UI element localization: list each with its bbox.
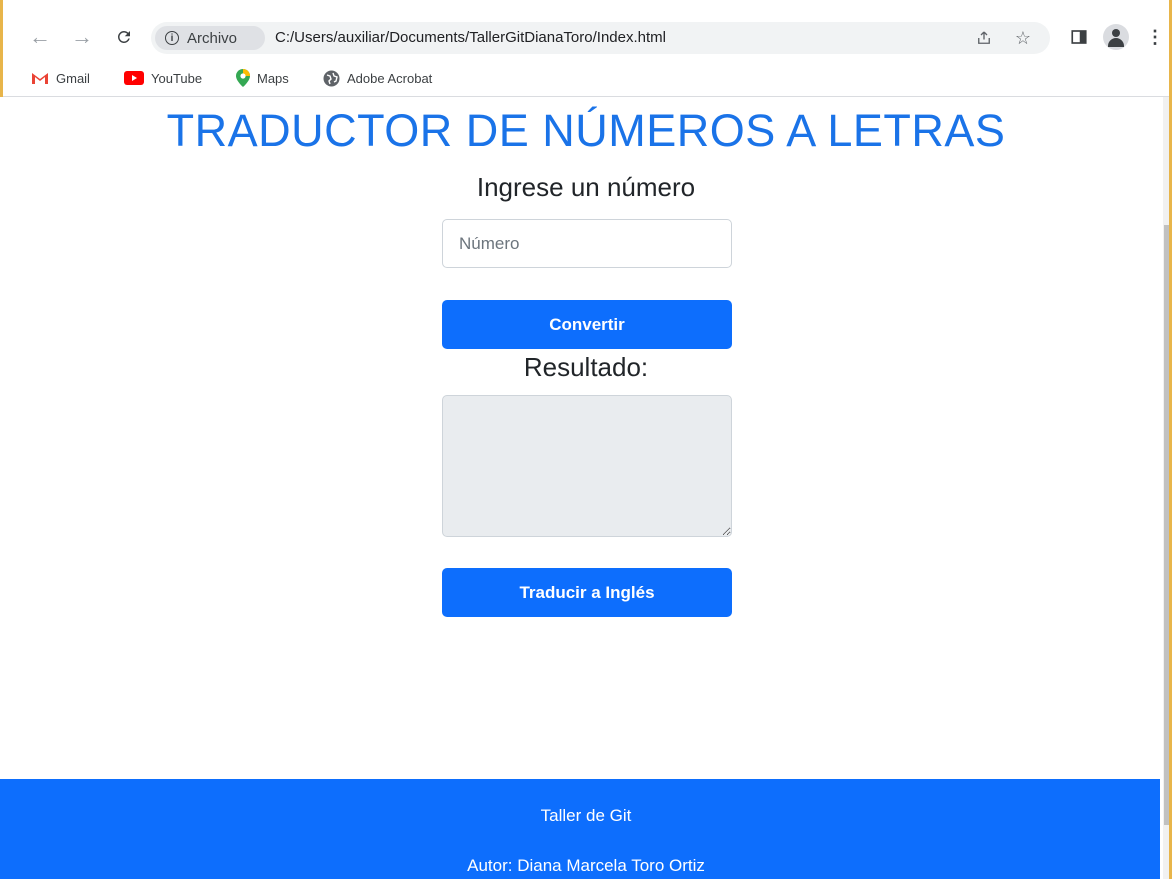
bookmarks-bar: Gmail YouTube Maps Adobe Acrobat	[3, 58, 1169, 97]
info-icon: i	[165, 31, 179, 45]
url-text[interactable]: C:/Users/auxiliar/Documents/TallerGitDia…	[275, 29, 666, 46]
page-title: TRADUCTOR DE NÚMEROS A LETRAS	[166, 105, 1006, 156]
bookmark-adobe-acrobat[interactable]: Adobe Acrobat	[323, 68, 432, 88]
bookmark-gmail[interactable]: Gmail	[31, 68, 90, 88]
maps-pin-icon	[236, 69, 250, 87]
reload-icon[interactable]	[111, 24, 137, 50]
number-prompt-label: Ingrese un número	[476, 172, 696, 202]
side-panel-icon[interactable]	[1065, 23, 1093, 51]
result-label: Resultado:	[523, 352, 649, 382]
footer-author: Autor: Diana Marcela Toro Ortiz	[467, 856, 705, 875]
globe-icon	[323, 70, 340, 87]
number-input[interactable]	[442, 219, 732, 268]
site-info-label: Archivo	[187, 29, 238, 47]
footer-course: Taller de Git	[540, 806, 632, 825]
bookmark-youtube[interactable]: YouTube	[124, 68, 202, 88]
address-bar[interactable]: i Archivo C:/Users/auxiliar/Documents/Ta…	[151, 22, 1050, 54]
browser-toolbar: ← → i Archivo C:/Users/auxiliar/Document…	[3, 0, 1169, 58]
profile-avatar-icon[interactable]	[1103, 24, 1129, 50]
translate-english-button[interactable]: Traducir a Inglés	[442, 568, 732, 617]
scrollbar-thumb[interactable]	[1164, 225, 1169, 825]
more-menu-icon[interactable]: ⋮	[1141, 23, 1169, 51]
gmail-icon	[31, 71, 49, 85]
share-icon[interactable]	[973, 27, 995, 49]
bookmark-maps[interactable]: Maps	[236, 68, 289, 88]
forward-arrow-icon[interactable]: →	[69, 24, 95, 50]
youtube-icon	[124, 71, 144, 85]
back-arrow-icon[interactable]: ←	[27, 24, 53, 50]
site-info-chip[interactable]: i Archivo	[155, 26, 265, 50]
bookmark-star-icon[interactable]: ☆	[1012, 27, 1034, 49]
result-textarea[interactable]	[442, 395, 732, 537]
convert-button[interactable]: Convertir	[442, 300, 732, 349]
